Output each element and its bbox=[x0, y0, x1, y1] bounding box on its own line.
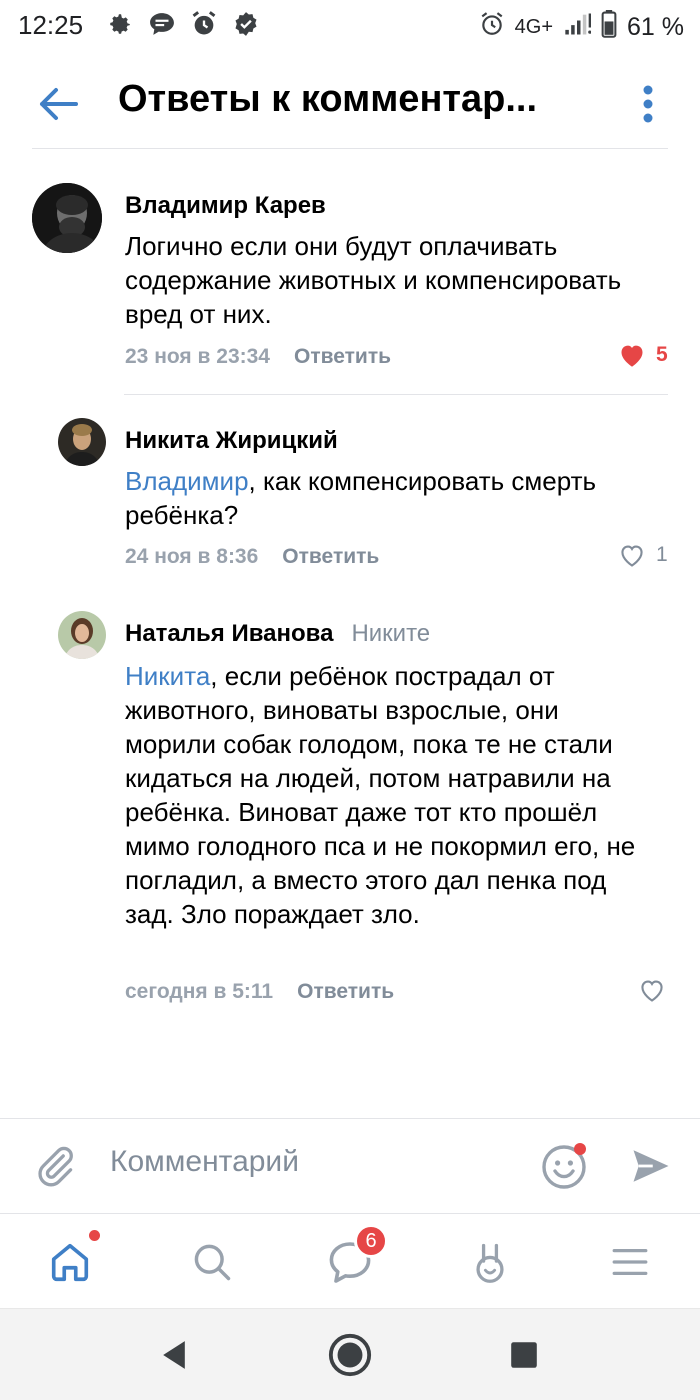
heart-filled-icon bbox=[621, 345, 643, 367]
search-icon bbox=[194, 1244, 231, 1281]
messages-badge: 6 bbox=[354, 1224, 388, 1258]
send-button[interactable] bbox=[628, 1143, 674, 1189]
circle-home-icon bbox=[328, 1333, 372, 1377]
triangle-back-icon bbox=[163, 1341, 185, 1369]
bottom-tabbar: 6 bbox=[0, 1214, 700, 1306]
arrow-left-icon bbox=[40, 88, 78, 120]
tab-home[interactable] bbox=[42, 1230, 100, 1290]
avatar[interactable] bbox=[58, 611, 106, 659]
reply-button[interactable]: Ответить bbox=[294, 345, 391, 369]
tab-search[interactable] bbox=[184, 1234, 240, 1290]
comment-text: Логично если они будут оплачивать содерж… bbox=[125, 231, 622, 329]
verified-badge-icon bbox=[232, 10, 260, 38]
like-count: 5 bbox=[656, 343, 668, 366]
avatar[interactable] bbox=[58, 418, 106, 466]
back-button[interactable] bbox=[34, 80, 82, 128]
network-type: 4G+ bbox=[514, 15, 554, 38]
system-nav-bar bbox=[0, 1308, 700, 1400]
app-header: Ответы к комментар... bbox=[0, 60, 700, 150]
like-button[interactable]: 5 bbox=[618, 342, 668, 368]
nav-back-button[interactable] bbox=[150, 1331, 198, 1379]
author-name[interactable]: Наталья Иванова bbox=[125, 620, 333, 647]
tab-messages[interactable]: 6 bbox=[322, 1224, 388, 1290]
header-divider bbox=[32, 148, 668, 149]
chat-bubble-icon bbox=[148, 10, 176, 38]
comment-date: сегодня в 5:11 bbox=[125, 980, 274, 1003]
home-icon bbox=[51, 1243, 89, 1282]
send-arrow-icon bbox=[633, 1150, 669, 1182]
tab-menu[interactable] bbox=[602, 1234, 658, 1290]
more-options-button[interactable] bbox=[636, 76, 660, 132]
battery-icon bbox=[601, 10, 617, 44]
emoji-button[interactable] bbox=[538, 1141, 590, 1193]
comment-composer bbox=[0, 1119, 700, 1213]
status-bar: 12:25 4G+ 61 % bbox=[0, 0, 700, 50]
comment-text: Владимир, как компенсировать смерть ребё… bbox=[125, 464, 685, 532]
comment-author[interactable]: Никита Жирицкий bbox=[125, 427, 338, 455]
nav-home-button[interactable] bbox=[326, 1331, 374, 1379]
signal-icon bbox=[563, 11, 592, 43]
settings-icon bbox=[106, 10, 134, 38]
reply-to-label[interactable]: Никите bbox=[351, 620, 430, 647]
comment-divider bbox=[124, 394, 668, 395]
mention-link[interactable]: Никита bbox=[125, 661, 210, 691]
reply-button[interactable]: Ответить bbox=[297, 980, 394, 1004]
alarm-icon bbox=[479, 11, 505, 43]
avatar[interactable] bbox=[32, 183, 102, 253]
notification-dot bbox=[574, 1143, 586, 1155]
like-button[interactable]: 1 bbox=[618, 542, 668, 568]
notification-dot bbox=[89, 1230, 100, 1241]
paperclip-icon bbox=[38, 1146, 73, 1187]
mention-link[interactable]: Владимир bbox=[125, 466, 249, 496]
page-title: Ответы к комментар... bbox=[118, 78, 538, 120]
comment-body: , если ребёнок пострадал от животного, в… bbox=[125, 661, 636, 929]
square-recents-icon bbox=[511, 1342, 537, 1368]
tab-services[interactable] bbox=[462, 1234, 518, 1290]
comment-date: 24 ноя в 8:36 bbox=[125, 545, 259, 568]
comment-author[interactable]: Наталья Иванова Никите bbox=[125, 620, 430, 648]
like-button[interactable] bbox=[638, 977, 666, 1003]
attach-button[interactable] bbox=[30, 1141, 80, 1191]
comment-date: 23 ноя в 23:34 bbox=[125, 345, 270, 368]
heart-outline-icon bbox=[621, 545, 643, 567]
like-count: 1 bbox=[656, 543, 668, 566]
comment-item: Владимир Карев Логично если они будут оп… bbox=[0, 180, 700, 390]
comment-text: Никита, если ребёнок пострадал от животн… bbox=[125, 659, 655, 931]
comment-item: Никита Жирицкий Владимир, как компенсиро… bbox=[0, 415, 700, 585]
bunny-icon bbox=[476, 1243, 504, 1283]
alarm-clock-icon bbox=[190, 10, 218, 38]
battery-percent: 61 % bbox=[627, 12, 684, 41]
comment-author[interactable]: Владимир Карев bbox=[125, 192, 326, 220]
more-vertical-icon bbox=[643, 85, 653, 123]
hamburger-menu-icon bbox=[612, 1248, 648, 1276]
comment-item: Наталья Иванова Никите Никита, если ребён… bbox=[0, 608, 700, 1018]
heart-outline-icon bbox=[641, 980, 663, 1002]
comment-input[interactable] bbox=[110, 1145, 510, 1179]
status-time: 12:25 bbox=[18, 10, 84, 40]
reply-button[interactable]: Ответить bbox=[282, 545, 379, 569]
nav-recents-button[interactable] bbox=[500, 1331, 548, 1379]
